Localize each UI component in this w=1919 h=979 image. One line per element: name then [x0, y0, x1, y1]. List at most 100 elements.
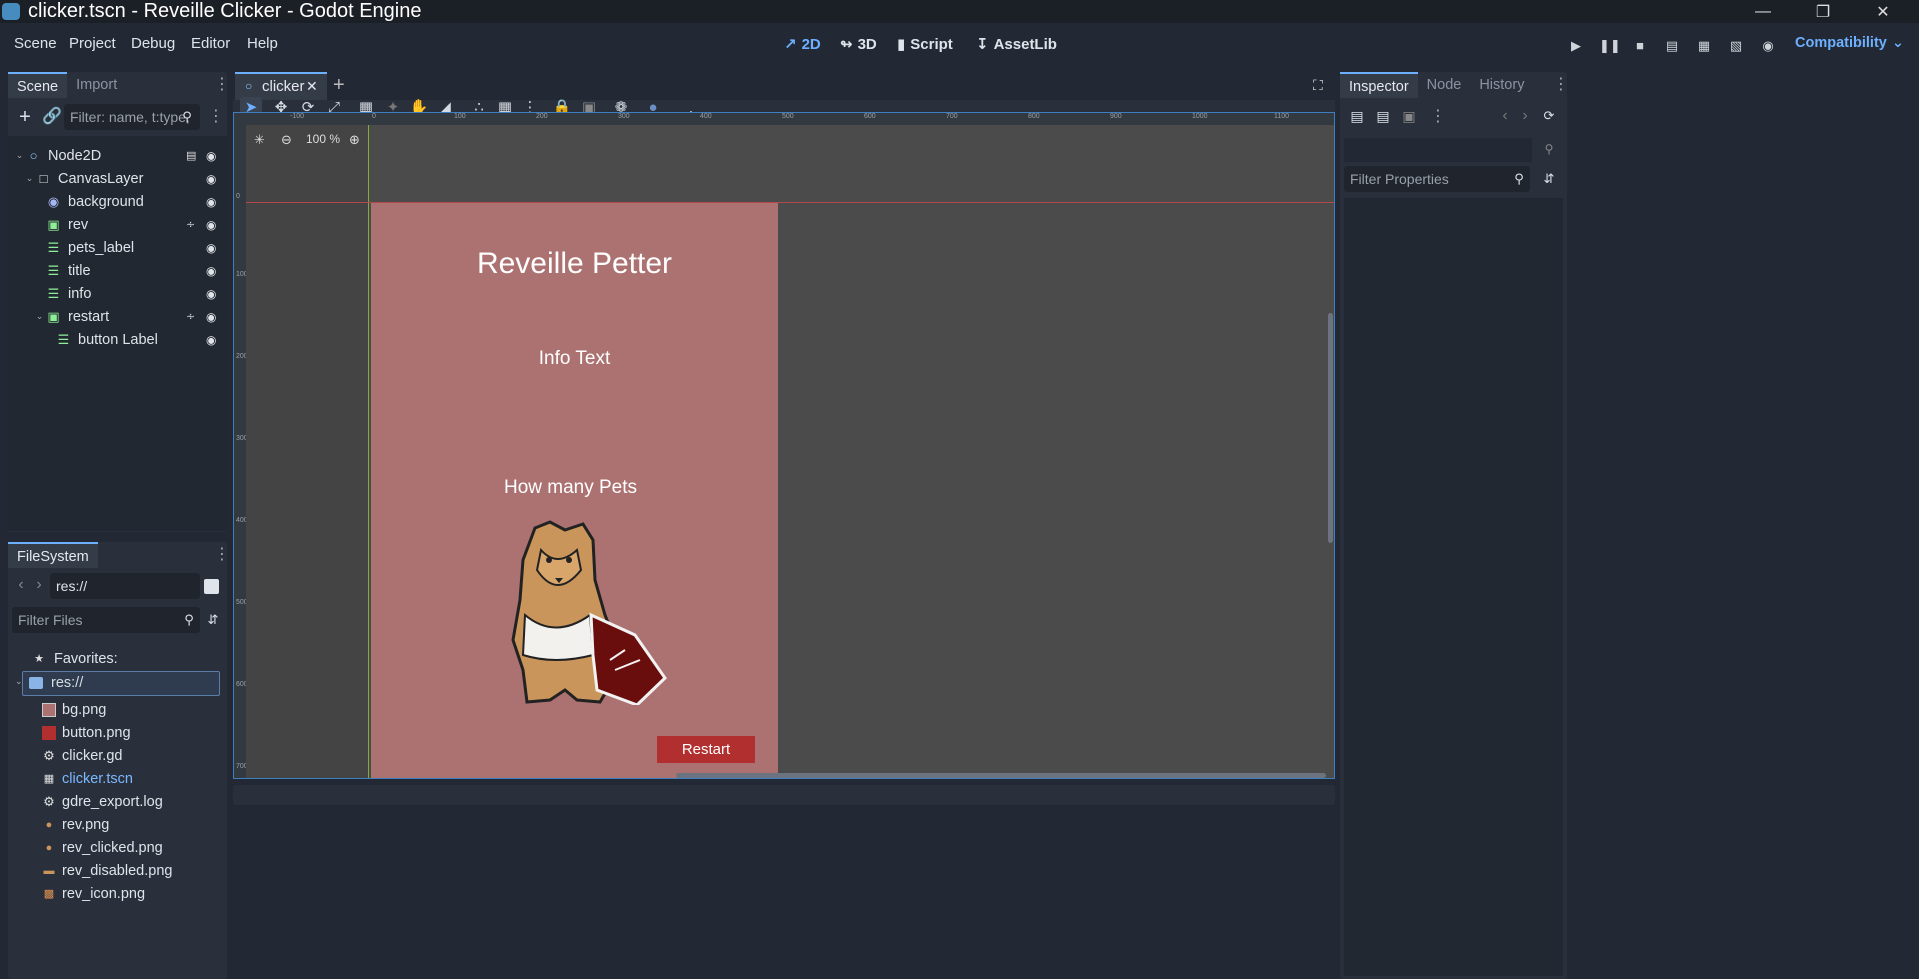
doc-search-icon[interactable]: ⚲ — [1538, 138, 1560, 160]
dog-thumbnail-icon: ● — [45, 842, 53, 854]
file-rev-png[interactable]: ● rev.png — [20, 814, 230, 837]
property-options-icon[interactable]: ⇵ — [1538, 168, 1560, 190]
new-resource-icon[interactable]: ▤ — [1346, 105, 1368, 127]
dock-menu-icon[interactable]: ⋮ — [1553, 77, 1569, 93]
script-attached-icon[interactable]: ▤ — [186, 149, 200, 163]
file-button-png[interactable]: button.png — [20, 722, 230, 745]
play-custom-scene-icon[interactable]: ▧ — [1727, 37, 1745, 55]
menu-project[interactable]: Project — [69, 35, 116, 52]
menu-debug[interactable]: Debug — [131, 35, 175, 52]
tree-node-info[interactable]: ☰ info ◉ — [12, 284, 224, 307]
filesystem-dock: FileSystem ⋮ ‹ › res:// Filter Files ⚲ ⇵… — [8, 542, 230, 979]
dock-menu-icon[interactable]: ⋮ — [214, 547, 230, 563]
tree-node-restart[interactable]: ⌄ ▣ restart ∻ ◉ — [12, 307, 224, 330]
main-screen-3d-button[interactable]: ↬ 3D — [840, 35, 877, 54]
distraction-free-icon[interactable]: ⛶ — [1313, 77, 1323, 94]
visibility-eye-icon[interactable]: ◉ — [206, 287, 220, 301]
fs-root-row[interactable]: ⌄ res:// — [15, 671, 220, 696]
forward-arrow-icon[interactable]: › — [28, 574, 50, 596]
add-node-icon[interactable]: + — [14, 106, 36, 128]
center-view-icon[interactable]: ✳ — [254, 132, 265, 148]
signal-icon[interactable]: ∻ — [186, 218, 200, 232]
menu-help[interactable]: Help — [247, 35, 278, 52]
menu-scene[interactable]: Scene — [14, 35, 57, 52]
file-bg-png[interactable]: bg.png — [20, 699, 230, 722]
favorites-row[interactable]: ★ Favorites: — [8, 648, 218, 671]
file-rev-disabled-png[interactable]: ▬ rev_disabled.png — [20, 860, 230, 883]
zoom-out-icon[interactable]: ⊖ — [281, 132, 292, 148]
chevron-down-icon[interactable]: ⌄ — [15, 676, 23, 687]
visibility-eye-icon[interactable]: ◉ — [206, 172, 220, 186]
tab-inspector[interactable]: Inspector — [1340, 72, 1418, 98]
file-rev-clicked-png[interactable]: ● rev_clicked.png — [20, 837, 230, 860]
filter-properties-input[interactable]: Filter Properties — [1344, 166, 1530, 192]
image-thumbnail-icon — [42, 703, 56, 717]
reveille-dog-sprite[interactable] — [505, 520, 670, 705]
visibility-eye-icon[interactable]: ◉ — [206, 264, 220, 278]
history-back-icon[interactable]: ‹ — [1494, 105, 1516, 127]
save-icon[interactable]: ▣ — [1398, 105, 1420, 127]
zoom-level[interactable]: 100 % — [306, 132, 340, 146]
maximize-icon[interactable]: ❐ — [1793, 0, 1853, 23]
file-clicker-gd[interactable]: ⚙ clicker.gd — [20, 745, 230, 768]
chevron-down-icon[interactable]: ⌄ — [12, 148, 27, 163]
scene-tree-menu-icon[interactable]: ⋮ — [208, 109, 224, 125]
visibility-eye-icon[interactable]: ◉ — [206, 333, 220, 347]
file-gdre-export-log[interactable]: ⚙ gdre_export.log — [20, 791, 230, 814]
tree-node-background[interactable]: ◉ background ◉ — [12, 192, 224, 215]
history-forward-icon[interactable]: › — [1514, 105, 1536, 127]
movie-maker-icon[interactable]: ◉ — [1759, 37, 1777, 55]
visibility-eye-icon[interactable]: ◉ — [206, 149, 220, 163]
vertical-scrollbar[interactable] — [1328, 313, 1333, 543]
restart-button[interactable]: Restart — [657, 736, 755, 763]
tree-node-pets-label[interactable]: ☰ pets_label ◉ — [12, 238, 224, 261]
filter-files-input[interactable]: Filter Files — [12, 607, 200, 633]
open-folder-icon[interactable]: ▤ — [1372, 105, 1394, 127]
tree-node-node2d[interactable]: ⌄ ○ Node2D ▤ ◉ — [12, 146, 224, 169]
link-icon[interactable]: 🔗 — [41, 106, 63, 128]
close-icon[interactable]: ✕ — [1853, 0, 1913, 23]
tab-history[interactable]: History — [1470, 72, 1533, 98]
visibility-eye-icon[interactable]: ◉ — [206, 241, 220, 255]
close-tab-icon[interactable]: ✕ — [306, 78, 318, 95]
file-clicker-tscn[interactable]: ▦ clicker.tscn — [20, 768, 230, 791]
sort-icon[interactable]: ⇵ — [202, 609, 224, 631]
game-title-label: Reveille Petter — [476, 247, 673, 280]
visibility-eye-icon[interactable]: ◉ — [206, 310, 220, 324]
scene-tab-clicker[interactable]: ○ clicker ✕ — [235, 72, 327, 100]
play-icon[interactable]: ▶ — [1567, 37, 1585, 55]
tab-import[interactable]: Import — [67, 72, 126, 98]
visibility-eye-icon[interactable]: ◉ — [206, 195, 220, 209]
play-scene-icon[interactable]: ▦ — [1695, 37, 1713, 55]
zoom-in-icon[interactable]: ⊕ — [349, 132, 360, 148]
extra-options-icon[interactable]: ⋮ — [1430, 109, 1446, 125]
minimize-icon[interactable]: — — [1733, 0, 1793, 23]
pause-icon[interactable]: ❚❚ — [1599, 37, 1621, 55]
tree-node-title[interactable]: ☰ title ◉ — [12, 261, 224, 284]
stop-icon[interactable]: ■ — [1631, 37, 1649, 55]
path-input[interactable]: res:// — [50, 573, 200, 599]
tree-node-rev[interactable]: ▣ rev ∻ ◉ — [12, 215, 224, 238]
menu-editor[interactable]: Editor — [191, 35, 230, 52]
tree-node-button-label[interactable]: ☰ button Label ◉ — [12, 330, 224, 353]
file-rev-icon-png[interactable]: ▩ rev_icon.png — [20, 883, 230, 906]
chevron-down-icon[interactable]: ⌄ — [22, 171, 37, 186]
tree-node-canvaslayer[interactable]: ⌄ □ CanvasLayer ◉ — [12, 169, 224, 192]
main-screen-2d-button[interactable]: ↗ 2D — [784, 35, 821, 54]
object-history-icon[interactable]: ⟳ — [1538, 105, 1560, 127]
chevron-down-icon[interactable]: ⌄ — [32, 309, 47, 324]
visibility-eye-icon[interactable]: ◉ — [206, 218, 220, 232]
main-screen-script-button[interactable]: ▮ Script — [897, 35, 953, 54]
split-mode-icon[interactable] — [204, 579, 219, 594]
horizontal-scrollbar[interactable] — [676, 773, 1326, 778]
signal-icon[interactable]: ∻ — [186, 310, 200, 324]
canvas-viewport[interactable]: -100 0 100 200 300 400 500 600 700 800 9… — [233, 112, 1335, 779]
remote-debug-icon[interactable]: ▤ — [1663, 37, 1681, 55]
renderer-select[interactable]: Compatibility ⌄ — [1795, 35, 1904, 51]
add-tab-icon[interactable]: + — [333, 74, 345, 97]
main-screen-assetlib-button[interactable]: ↧ AssetLib — [976, 35, 1057, 54]
dock-menu-icon[interactable]: ⋮ — [214, 77, 230, 93]
tab-scene[interactable]: Scene — [8, 72, 68, 98]
tab-filesystem[interactable]: FileSystem — [8, 542, 98, 568]
tab-node[interactable]: Node — [1418, 72, 1471, 98]
